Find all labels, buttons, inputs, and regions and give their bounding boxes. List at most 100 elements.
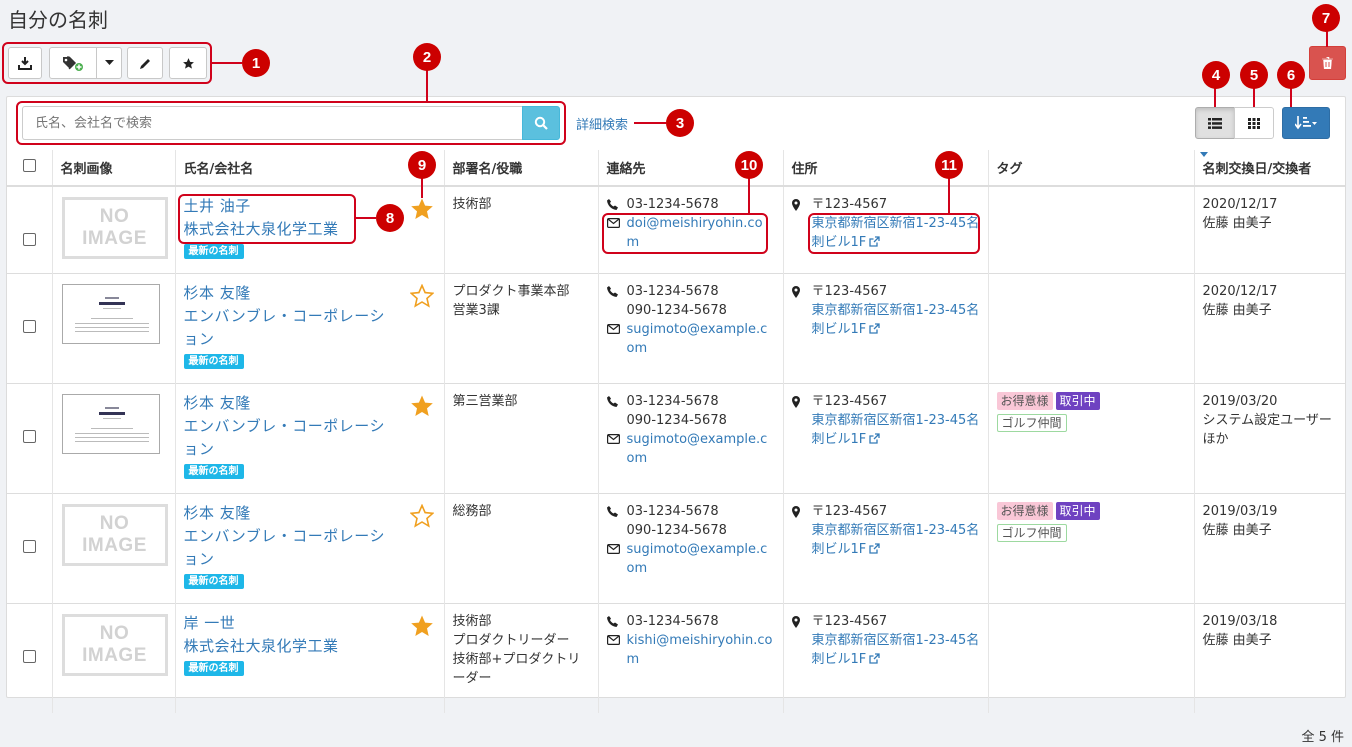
company-name[interactable]: エンバンブレ・コーポレーション — [184, 415, 436, 461]
star-filled-icon[interactable] — [410, 394, 434, 424]
phone-icon — [606, 395, 618, 407]
phone-icon — [606, 199, 618, 210]
no-image-placeholder[interactable]: NO IMAGE — [61, 197, 168, 259]
tags-cell: お得意様 取引中ゴルフ仲間 — [987, 492, 1194, 603]
tag-label[interactable]: お得意様 — [996, 501, 1053, 520]
delete-button[interactable] — [1309, 46, 1346, 80]
exchanger-name: 佐藤 由美子 — [1202, 216, 1272, 231]
grid-icon — [1248, 117, 1260, 129]
address-cell: 〒123-4567 東京都新宿区新宿1-23-45名刺ビル1F — [782, 272, 988, 383]
address-link[interactable]: 東京都新宿区新宿1-23-45名刺ビル1F — [812, 523, 980, 557]
row-checkbox[interactable] — [22, 539, 36, 553]
email-link[interactable]: sugimoto@example.com — [627, 540, 775, 578]
postal-code: 〒123-4567 — [811, 197, 888, 212]
no-image-placeholder[interactable]: NO IMAGE — [61, 503, 168, 566]
tag-label[interactable]: 取引中 — [1055, 501, 1100, 520]
row-checkbox[interactable] — [22, 233, 36, 246]
exchange-date: 2020/12/17 — [1202, 197, 1278, 212]
header-image: 名刺画像 — [51, 150, 175, 187]
email-link[interactable]: kishi@meishiryohin.com — [627, 631, 775, 669]
map-marker-icon — [791, 395, 800, 408]
latest-card-badge: 最新の名刺 — [183, 244, 244, 259]
address-cell: 〒123-4567 東京都新宿区新宿1-23-45名刺ビル1F — [782, 492, 988, 603]
address-text: 東京都新宿区新宿1-23-45名刺ビル1F — [811, 522, 980, 557]
star-filled-icon[interactable] — [410, 614, 434, 644]
name-cell: 杉本 友隆 エンバンブレ・コーポレーション 最新の名刺 — [174, 272, 444, 383]
phone-number: 03-1234-5678 — [626, 197, 719, 212]
address-link[interactable]: 東京都新宿区新宿1-23-45名刺ビル1F — [812, 633, 980, 667]
name-cell: 杉本 友隆 エンバンブレ・コーポレーション 最新の名刺 — [174, 492, 444, 603]
person-name[interactable]: 杉本 友隆 — [184, 502, 436, 525]
star-outline-icon[interactable] — [408, 503, 435, 534]
sort-icon — [1295, 116, 1317, 130]
card-thumbnail[interactable] — [61, 283, 160, 344]
dept-cell: 技術部 プロダクトリーダー 技術部+プロダクトリーダー — [443, 602, 598, 713]
dept-line: プロダクトリーダー — [452, 632, 570, 648]
exchange-date: 2020/12/17 — [1202, 283, 1278, 299]
card-image-cell: NO IMAGE — [51, 492, 175, 603]
email-link[interactable]: sugimoto@example.com — [627, 430, 775, 468]
mail-icon — [606, 543, 620, 554]
tags-cell — [987, 185, 1194, 273]
card-thumbnail[interactable] — [61, 393, 160, 454]
dept-cell: 第三営業部 — [443, 382, 598, 493]
dept-line: 第三営業部 — [452, 393, 518, 409]
trash-icon — [1322, 57, 1333, 69]
tags-cell — [987, 272, 1194, 383]
tag-label[interactable]: お得意様 — [996, 391, 1053, 410]
company-name[interactable]: 株式会社大泉化学工業 — [184, 635, 436, 658]
page-title: 自分の名刺 — [8, 8, 108, 32]
header-date[interactable]: 名刺交換日/交換者 — [1193, 150, 1345, 187]
row-checkbox[interactable] — [22, 319, 36, 333]
tag-label[interactable]: 取引中 — [1055, 391, 1100, 410]
header-name[interactable]: 氏名/会社名 — [174, 150, 444, 187]
callout-10: 10 — [735, 151, 763, 179]
card-image-cell — [51, 272, 175, 383]
tag-label[interactable]: ゴルフ仲間 — [996, 523, 1067, 542]
star-outline-icon[interactable] — [408, 283, 435, 314]
advanced-search-link[interactable]: 詳細検索 — [576, 114, 628, 133]
mail-icon — [606, 433, 620, 444]
person-name[interactable]: 杉本 友隆 — [184, 392, 436, 415]
table-row[interactable]: NO IMAGE 杉本 友隆 エンバンブレ・コーポレーション 最新の名刺 総務部 03-12… — [7, 492, 1345, 603]
contact-cell: 03-1234-5678 090-1234-5678 sugimoto@exampl… — [597, 492, 783, 603]
exchange-cell: 2019/03/18 佐藤 由美子 — [1193, 602, 1345, 713]
grid-view-button[interactable] — [1234, 107, 1274, 139]
table-row[interactable]: NO IMAGE 岸 一世 株式会社大泉化学工業 最新の名刺 技術部 プロダクトリーダー 技術… — [7, 602, 1345, 713]
tag-label[interactable]: ゴルフ仲間 — [996, 413, 1067, 432]
address-text: 東京都新宿区新宿1-23-45名刺ビル1F — [811, 302, 980, 337]
company-name[interactable]: エンバンブレ・コーポレーション — [184, 525, 436, 571]
row-select-cell — [7, 492, 52, 603]
mail-icon — [606, 323, 620, 334]
table-row[interactable]: 杉本 友隆 エンバンブレ・コーポレーション 最新の名刺 第三営業部 03-1234-56… — [7, 382, 1345, 493]
company-name[interactable]: エンバンブレ・コーポレーション — [184, 305, 436, 351]
row-checkbox[interactable] — [22, 429, 36, 443]
postal-code: 〒123-4567 — [811, 393, 888, 409]
row-select-cell — [7, 602, 52, 713]
row-select-cell — [7, 382, 52, 493]
address-link[interactable]: 東京都新宿区新宿1-23-45名刺ビル1F — [812, 303, 980, 337]
callout-5: 5 — [1240, 61, 1268, 89]
phone-number: 090-1234-5678 — [626, 522, 727, 538]
exchanger-name: 佐藤 由美子 — [1202, 302, 1272, 318]
phone-number: 090-1234-5678 — [626, 412, 727, 428]
sort-button[interactable] — [1282, 107, 1330, 139]
person-name[interactable]: 杉本 友隆 — [184, 282, 436, 305]
person-name[interactable]: 岸 一世 — [184, 612, 436, 635]
email-link[interactable]: sugimoto@example.com — [627, 320, 775, 358]
table-row[interactable]: 杉本 友隆 エンバンブレ・コーポレーション 最新の名刺 プロダクト事業本部 営業3課 0… — [7, 272, 1345, 383]
list-view-button[interactable] — [1195, 107, 1235, 139]
header-dept: 部署名/役職 — [443, 150, 598, 187]
exchange-cell: 2019/03/19 佐藤 由美子 — [1193, 492, 1345, 603]
contact-cell: 03-1234-5678 090-1234-5678 sugimoto@exampl… — [597, 272, 783, 383]
callout-3: 3 — [666, 109, 694, 137]
dept-line: 技術部 — [452, 613, 492, 629]
row-checkbox[interactable] — [22, 649, 36, 663]
select-all-header — [7, 150, 52, 187]
external-link-icon — [869, 322, 880, 334]
address-link[interactable]: 東京都新宿区新宿1-23-45名刺ビル1F — [812, 413, 980, 447]
no-image-placeholder[interactable]: NO IMAGE — [61, 613, 168, 676]
star-filled-icon[interactable] — [410, 197, 434, 227]
select-all-checkbox[interactable] — [22, 159, 36, 172]
map-marker-icon — [791, 199, 800, 211]
